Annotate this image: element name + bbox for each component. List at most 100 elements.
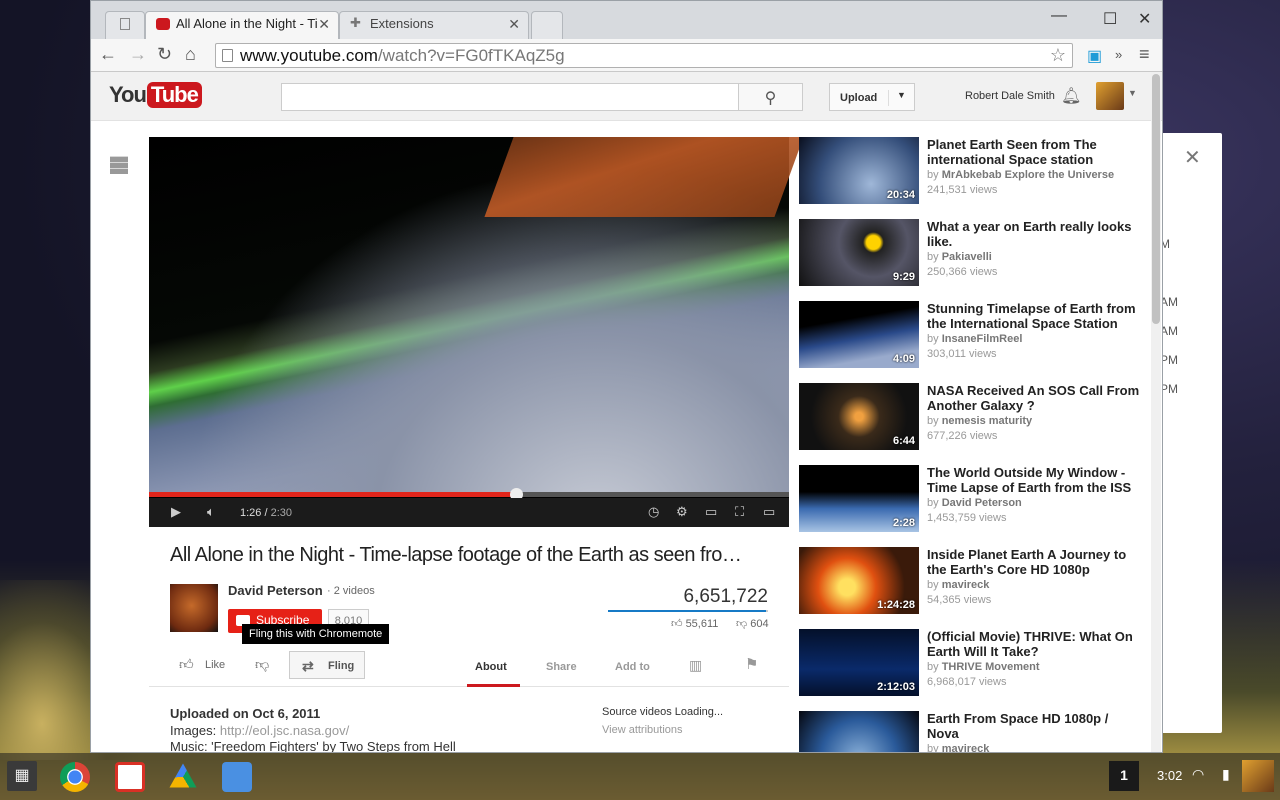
related-video-title[interactable]: Inside Planet Earth A Journey to the Ear… bbox=[927, 547, 1142, 577]
related-video-title[interactable]: What a year on Earth really looks like. bbox=[927, 219, 1142, 249]
fling-button[interactable]: ⇄ Fling bbox=[289, 651, 365, 679]
statistics-icon[interactable]: ▥ bbox=[689, 657, 702, 674]
window-close-icon[interactable]: ✕ bbox=[1138, 9, 1151, 29]
clock[interactable]: 3:02 bbox=[1157, 768, 1182, 783]
related-video-title[interactable]: Planet Earth Seen from The international… bbox=[927, 137, 1142, 167]
tab-blank[interactable] bbox=[105, 11, 145, 39]
guide-menu-icon[interactable]: ▬ ▬ ▬ bbox=[110, 147, 128, 177]
gear-icon[interactable]: ⚙ bbox=[676, 504, 688, 520]
new-tab-button[interactable] bbox=[531, 11, 563, 39]
channel-name[interactable]: THRIVE Movement bbox=[942, 661, 1040, 673]
related-video-item[interactable]: 1:24:28 Inside Planet Earth A Journey to … bbox=[799, 547, 1144, 617]
page-scrollbar[interactable] bbox=[1151, 72, 1161, 752]
back-icon[interactable]: ← bbox=[99, 44, 117, 65]
user-name[interactable]: Robert Dale Smith bbox=[965, 90, 1055, 102]
related-video-thumbnail[interactable] bbox=[799, 711, 919, 752]
masthead: You Tube ⚲ Upload ▼ Robert Dale Smith 🔔︎ … bbox=[91, 72, 1162, 121]
avatar[interactable] bbox=[1096, 82, 1124, 110]
home-icon[interactable]: ⌂ bbox=[185, 44, 196, 65]
related-video-title[interactable]: (Official Movie) THRIVE: What On Earth W… bbox=[927, 629, 1142, 659]
bell-icon[interactable]: 🔔︎ bbox=[1061, 86, 1081, 106]
channel-name[interactable]: David Peterson bbox=[942, 497, 1022, 509]
channel-video-count[interactable]: · 2 videos bbox=[327, 585, 375, 597]
avatar[interactable] bbox=[1242, 760, 1274, 792]
browser-toolbar: ← → ↻ ⌂ www.youtube.com/watch?v=FG0fTKAq… bbox=[91, 39, 1162, 72]
tab-about[interactable]: About bbox=[475, 661, 507, 673]
menu-icon[interactable]: ≡ bbox=[1139, 44, 1150, 65]
related-video-title[interactable]: The World Outside My Window - Time Lapse… bbox=[927, 465, 1142, 495]
related-video-item[interactable]: 6:44 NASA Received An SOS Call From Anoth… bbox=[799, 383, 1144, 453]
fullscreen-icon[interactable]: ⛶ bbox=[735, 504, 744, 520]
related-video-item[interactable]: 9:29 What a year on Earth really looks li… bbox=[799, 219, 1144, 289]
tab-add-to[interactable]: Add to bbox=[615, 661, 650, 673]
overflow-chevron-icon[interactable]: » bbox=[1115, 47, 1122, 62]
reload-icon[interactable]: ↻ bbox=[157, 44, 172, 65]
related-video-item[interactable]: 20:34 Planet Earth Seen from The internat… bbox=[799, 137, 1144, 207]
related-video-thumbnail[interactable]: 1:24:28 bbox=[799, 547, 919, 614]
thumbs-up-icon[interactable]: 👍︎ bbox=[179, 656, 194, 673]
related-video-thumbnail[interactable]: 9:29 bbox=[799, 219, 919, 286]
chromemote-extension-icon[interactable]: ▣ bbox=[1087, 46, 1102, 66]
related-video-thumbnail[interactable]: 6:44 bbox=[799, 383, 919, 450]
channel-name[interactable]: Pakiavelli bbox=[942, 251, 992, 263]
tab-youtube-video[interactable]: All Alone in the Night - Ti ✕ bbox=[145, 11, 339, 39]
flag-icon[interactable]: ⚑ bbox=[745, 655, 758, 673]
related-video-item[interactable]: 4:09 Stunning Timelapse of Earth from the… bbox=[799, 301, 1144, 371]
view-attributions-link[interactable]: View attributions bbox=[602, 724, 723, 736]
video-player[interactable]: ▶ 🔈︎ 1:26 / 2:30 ◷ ⚙ ▭ ⛶ ▭ bbox=[149, 137, 804, 527]
related-video-item[interactable]: 2:12:03 (Official Movie) THRIVE: What On … bbox=[799, 629, 1144, 699]
channel-name[interactable]: InsaneFilmReel bbox=[942, 333, 1023, 345]
related-video-thumbnail[interactable]: 2:28 bbox=[799, 465, 919, 532]
channel-name[interactable]: mavireck bbox=[942, 579, 990, 591]
wifi-icon[interactable]: ◠ bbox=[1192, 766, 1204, 783]
chrome-app-icon[interactable] bbox=[60, 762, 90, 792]
notification-count[interactable]: 1 bbox=[1109, 761, 1139, 791]
related-video-thumbnail[interactable]: 20:34 bbox=[799, 137, 919, 204]
youtube-logo[interactable]: You Tube bbox=[109, 82, 202, 108]
watch-later-icon[interactable]: ◷ bbox=[648, 504, 659, 520]
tab-extensions[interactable]: ✚ Extensions ✕ bbox=[339, 11, 529, 39]
upload-button[interactable]: Upload ▼ bbox=[829, 83, 915, 111]
video-frame[interactable] bbox=[149, 137, 804, 492]
like-button[interactable]: Like bbox=[205, 659, 225, 671]
battery-icon[interactable]: ▮ bbox=[1222, 766, 1230, 783]
related-video-title[interactable]: NASA Received An SOS Call From Another G… bbox=[927, 383, 1142, 413]
forward-icon[interactable]: → bbox=[129, 44, 147, 65]
related-video-title[interactable]: Stunning Timelapse of Earth from the Int… bbox=[927, 301, 1142, 331]
related-video-item[interactable]: 2:28 The World Outside My Window - Time L… bbox=[799, 465, 1144, 535]
related-video-thumbnail[interactable]: 2:12:03 bbox=[799, 629, 919, 696]
upload-date: Uploaded on Oct 6, 2011 bbox=[170, 706, 321, 721]
related-video-item[interactable]: Earth From Space HD 1080p / Nova by mavir… bbox=[799, 711, 1144, 752]
volume-icon[interactable]: 🔈︎ bbox=[207, 504, 215, 520]
related-video-thumbnail[interactable]: 4:09 bbox=[799, 301, 919, 368]
address-bar[interactable]: www.youtube.com/watch?v=FG0fTKAqZ5g ☆ bbox=[215, 43, 1073, 68]
channel-avatar[interactable] bbox=[170, 584, 218, 632]
tab-close-icon[interactable]: ✕ bbox=[318, 16, 330, 33]
tab-close-icon[interactable]: ✕ bbox=[508, 16, 520, 33]
files-app-icon[interactable] bbox=[222, 762, 252, 792]
related-video-title[interactable]: Earth From Space HD 1080p / Nova bbox=[927, 711, 1142, 741]
images-link[interactable]: http://eol.jsc.nasa.gov/ bbox=[220, 723, 349, 738]
gmail-app-icon[interactable] bbox=[115, 762, 145, 792]
app-launcher-icon[interactable]: ▦ bbox=[7, 761, 37, 791]
dialog-close-icon[interactable]: ✕ bbox=[1184, 145, 1201, 170]
tab-share[interactable]: Share bbox=[546, 661, 577, 673]
chevron-down-icon[interactable]: ▼ bbox=[888, 90, 906, 106]
maximize-icon[interactable]: ☐ bbox=[1103, 9, 1117, 29]
theater-mode-icon[interactable]: ▭ bbox=[705, 504, 717, 520]
progress-bar[interactable] bbox=[149, 488, 789, 501]
scrollbar-thumb[interactable] bbox=[1152, 74, 1160, 324]
drive-app-icon[interactable] bbox=[169, 763, 197, 788]
minimize-icon[interactable]: — bbox=[1051, 7, 1067, 25]
dislike-button[interactable]: 👎︎ bbox=[255, 656, 269, 673]
chevron-down-icon[interactable]: ▼ bbox=[1128, 88, 1137, 98]
channel-name[interactable]: David Peterson bbox=[228, 583, 323, 598]
search-button[interactable]: ⚲ bbox=[738, 83, 803, 111]
channel-name[interactable]: mavireck bbox=[942, 743, 990, 752]
channel-name[interactable]: nemesis maturity bbox=[942, 415, 1032, 427]
cast-icon[interactable]: ▭ bbox=[763, 504, 775, 520]
channel-name[interactable]: MrAbkebab Explore the Universe bbox=[942, 169, 1114, 181]
play-icon[interactable]: ▶ bbox=[171, 504, 181, 520]
bookmark-star-icon[interactable]: ☆ bbox=[1050, 45, 1066, 66]
search-input[interactable] bbox=[281, 83, 739, 111]
